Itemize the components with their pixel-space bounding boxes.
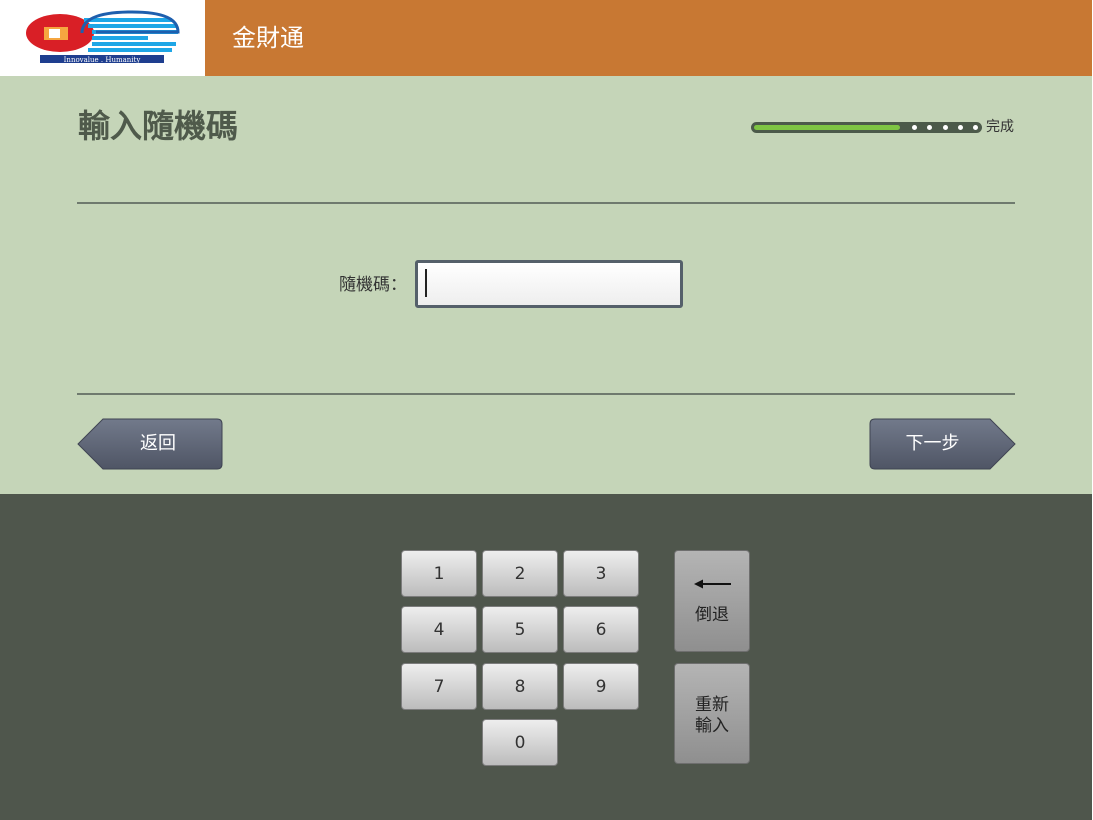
backspace-label: 倒退 bbox=[695, 605, 729, 625]
progress-step-dot bbox=[927, 125, 932, 130]
page-title: 輸入隨機碼 bbox=[78, 107, 239, 145]
reset-label-line2: 輸入 bbox=[695, 716, 729, 736]
key-9[interactable]: 9 bbox=[563, 663, 639, 710]
main-panel: 輸入隨機碼 完成 隨機碼： 返回 下一步 bbox=[0, 76, 1093, 494]
key-3[interactable]: 3 bbox=[563, 550, 639, 597]
progress-step-dot bbox=[912, 125, 917, 130]
key-6[interactable]: 6 bbox=[563, 606, 639, 653]
next-button-label: 下一步 bbox=[905, 433, 960, 454]
progress-fill bbox=[754, 125, 900, 130]
top-divider bbox=[77, 202, 1015, 204]
key-8[interactable]: 8 bbox=[482, 663, 558, 710]
key-5[interactable]: 5 bbox=[482, 606, 558, 653]
text-caret bbox=[425, 269, 427, 297]
keypad-panel: 1 2 3 4 5 6 7 8 9 0 倒退 重新 輸入 bbox=[0, 494, 1093, 820]
progress-step-dot bbox=[973, 125, 978, 130]
svg-text:Innovalue . Humanity: Innovalue . Humanity bbox=[64, 56, 141, 64]
backspace-arrow-icon bbox=[694, 579, 731, 589]
random-code-label: 隨機碼： bbox=[339, 275, 407, 295]
key-2[interactable]: 2 bbox=[482, 550, 558, 597]
progress-step-dot bbox=[943, 125, 948, 130]
key-0[interactable]: 0 bbox=[482, 719, 558, 766]
random-code-input[interactable] bbox=[415, 260, 683, 308]
bottom-divider bbox=[77, 393, 1015, 395]
reset-label-line1: 重新 bbox=[695, 695, 729, 715]
progress-label: 完成 bbox=[986, 119, 1014, 135]
back-button[interactable]: 返回 bbox=[77, 418, 223, 470]
key-7[interactable]: 7 bbox=[401, 663, 477, 710]
header-bar: Innovalue . Humanity 金財通 bbox=[0, 0, 1093, 76]
reset-input-button[interactable]: 重新 輸入 bbox=[674, 663, 750, 764]
backspace-button[interactable]: 倒退 bbox=[674, 550, 750, 652]
progress-bar bbox=[751, 122, 982, 133]
company-logo-icon: Innovalue . Humanity bbox=[26, 10, 180, 64]
key-1[interactable]: 1 bbox=[401, 550, 477, 597]
back-button-label: 返回 bbox=[140, 433, 176, 454]
next-button[interactable]: 下一步 bbox=[869, 418, 1016, 470]
progress-step-dot bbox=[958, 125, 963, 130]
key-4[interactable]: 4 bbox=[401, 606, 477, 653]
logo: Innovalue . Humanity bbox=[0, 0, 205, 76]
app-title: 金財通 bbox=[232, 24, 304, 52]
